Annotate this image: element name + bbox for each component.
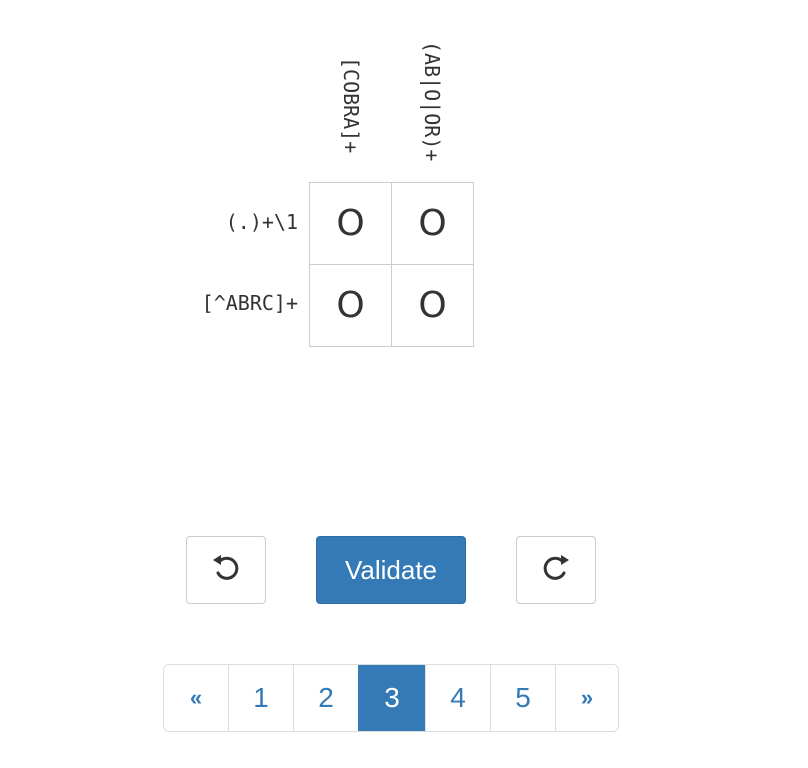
page-link-4[interactable]: 4 <box>425 665 490 731</box>
redo-icon <box>539 551 573 590</box>
grid-row: O O <box>310 183 474 265</box>
validate-button[interactable]: Validate <box>316 536 466 604</box>
pagination: « 1 2 3 4 5 » <box>163 664 619 732</box>
grid-cell[interactable]: O <box>392 265 474 347</box>
undo-icon <box>209 551 243 590</box>
pagination-prev[interactable]: « <box>164 665 228 731</box>
grid-cell[interactable]: O <box>392 183 474 265</box>
undo-button[interactable] <box>186 536 266 604</box>
grid-row: O O <box>310 265 474 347</box>
row-clue-1: (.)+\1 <box>225 210 298 234</box>
row-clue-2: [^ABRC]+ <box>201 291 298 315</box>
page-link-3-active[interactable]: 3 <box>358 665 425 731</box>
page-link-2[interactable]: 2 <box>293 665 358 731</box>
grid-cell[interactable]: O <box>310 265 392 347</box>
grid-cell[interactable]: O <box>310 183 392 265</box>
page-link-1[interactable]: 1 <box>228 665 293 731</box>
column-clue-1: [COBRA]+ <box>339 57 363 154</box>
column-clue-2: (AB|O|OR)+ <box>420 41 444 162</box>
pagination-next[interactable]: » <box>555 665 618 731</box>
page-link-5[interactable]: 5 <box>490 665 555 731</box>
puzzle-grid: O O O O <box>309 182 474 347</box>
redo-button[interactable] <box>516 536 596 604</box>
